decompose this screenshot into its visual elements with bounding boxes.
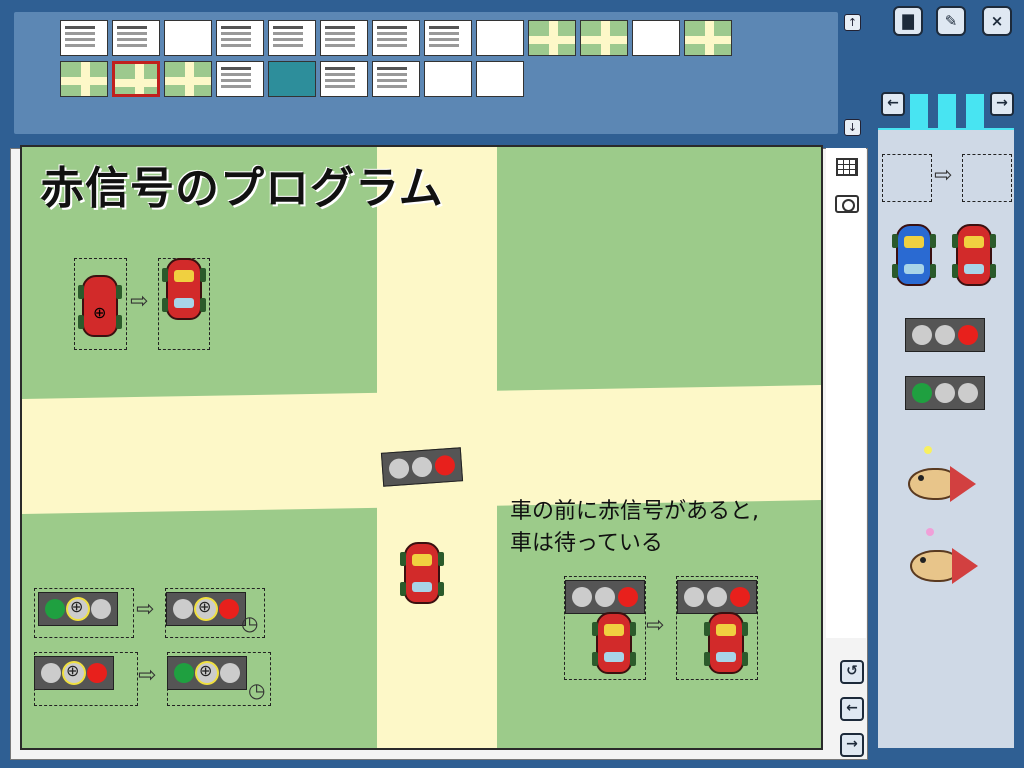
arrow-icon: ⇨ <box>934 163 953 188</box>
traffic-light <box>565 580 645 614</box>
thumbnail[interactable] <box>424 20 472 56</box>
palette-tab[interactable] <box>966 94 984 130</box>
car-sprite <box>704 612 748 676</box>
clock-icon: ◷ <box>241 611 259 635</box>
palette-red-light[interactable] <box>905 318 985 352</box>
palette-rule-before[interactable] <box>882 154 932 202</box>
traffic-light <box>38 592 118 626</box>
forward-button[interactable]: → <box>840 733 864 757</box>
close-button[interactable]: × <box>982 6 1012 36</box>
back-button[interactable]: ← <box>840 697 864 721</box>
thumbnail[interactable] <box>268 20 316 56</box>
palette-rule-after[interactable] <box>962 154 1012 202</box>
thumbnail[interactable] <box>476 61 524 97</box>
thumbnail[interactable] <box>216 20 264 56</box>
thumbnail[interactable] <box>632 20 680 56</box>
object-palette <box>878 130 1014 748</box>
caption: 車の前に赤信号があると, 車は待っている <box>510 496 759 560</box>
thumbnail[interactable] <box>164 61 212 97</box>
palette-fish-pink[interactable] <box>900 528 982 588</box>
strip-scroll-up-button[interactable]: ↑ <box>844 14 861 31</box>
palette-blue-car[interactable] <box>892 224 936 288</box>
thumbnail[interactable] <box>424 61 472 97</box>
thumbnail[interactable] <box>112 20 160 56</box>
thumbnail[interactable] <box>372 61 420 97</box>
arrow-icon: ⇨ <box>136 597 155 622</box>
paint-bucket-icon[interactable]: ▇ <box>893 6 923 36</box>
clock-icon: ◷ <box>248 678 266 702</box>
arrow-icon: ⇨ <box>130 289 149 314</box>
thumbnail[interactable] <box>528 20 576 56</box>
caption-line: 車は待っている <box>510 531 663 556</box>
car-sprite <box>592 612 636 676</box>
thumbnail[interactable] <box>60 20 108 56</box>
thumbnail[interactable] <box>320 20 368 56</box>
undo-button[interactable]: ↺ <box>840 660 864 684</box>
camera-icon[interactable] <box>835 195 859 213</box>
thumbnail[interactable] <box>216 61 264 97</box>
traffic-light[interactable] <box>380 447 464 487</box>
palette-tab[interactable] <box>938 94 956 130</box>
palette-next-button[interactable]: → <box>990 92 1014 116</box>
thumbnail[interactable] <box>476 20 524 56</box>
thumbnail[interactable] <box>320 61 368 97</box>
thumbnail[interactable] <box>580 20 628 56</box>
thumbnail[interactable] <box>268 61 316 97</box>
center-icon: ⊕ <box>93 303 107 322</box>
caption-line: 車の前に赤信号があると, <box>510 499 759 524</box>
grid-icon[interactable] <box>836 158 858 176</box>
arrow-icon: ⇨ <box>646 613 665 638</box>
car[interactable] <box>400 542 444 606</box>
strip-scroll-down-button[interactable]: ↓ <box>844 119 861 136</box>
arrow-icon: ⇨ <box>138 663 157 688</box>
traffic-light <box>166 592 246 626</box>
traffic-light <box>677 580 757 614</box>
traffic-light <box>34 656 114 690</box>
thumbnail[interactable] <box>164 20 212 56</box>
car-sprite <box>162 258 206 322</box>
thumbnail[interactable] <box>60 61 108 97</box>
stage-tools <box>826 148 866 638</box>
palette-prev-button[interactable]: ← <box>881 92 905 116</box>
thumbnail[interactable] <box>684 20 732 56</box>
car-sprite: ⊕ <box>78 275 122 339</box>
palette-fish-yellow[interactable] <box>898 446 980 506</box>
brush-icon[interactable]: ✎ <box>936 6 966 36</box>
page-title: 赤信号のプログラム <box>40 163 444 214</box>
traffic-light <box>167 656 247 690</box>
thumbnail-selected[interactable] <box>112 61 160 97</box>
thumbnail[interactable] <box>372 20 420 56</box>
palette-red-car[interactable] <box>952 224 996 288</box>
palette-tab[interactable] <box>910 94 928 130</box>
palette-green-light[interactable] <box>905 376 985 410</box>
